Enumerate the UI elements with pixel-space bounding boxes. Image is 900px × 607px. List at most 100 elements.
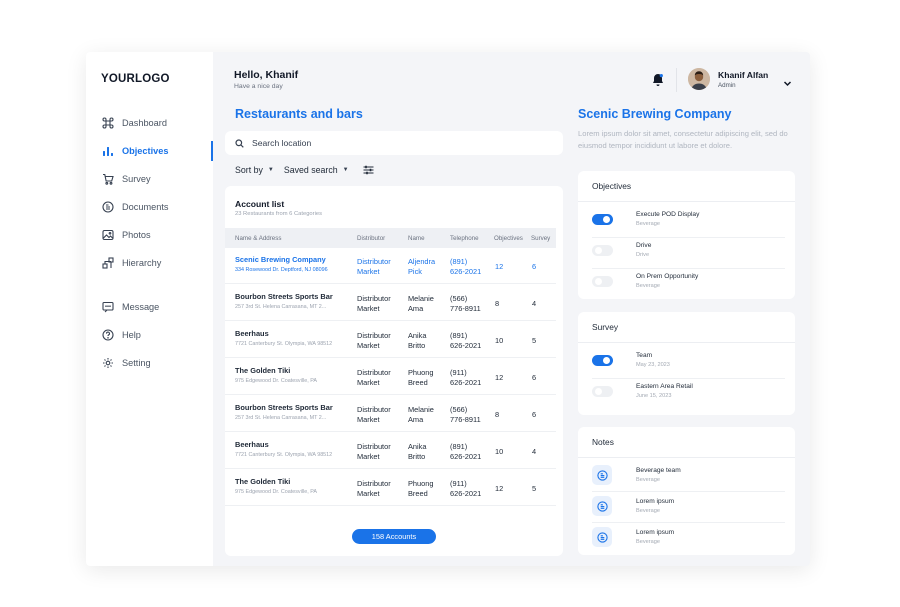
account-name: The Golden Tiki xyxy=(235,366,291,375)
saved-search-dropdown[interactable]: Saved search xyxy=(284,165,338,175)
survey-count: 6 xyxy=(532,262,537,271)
sidebar-item-setting[interactable]: Setting xyxy=(101,355,213,371)
item-sublabel: May 23, 2023 xyxy=(636,362,670,368)
telephone-cell: (566) 776-8911 xyxy=(450,294,481,313)
contact-last-name: Britto xyxy=(408,340,426,350)
telephone-number: 776-8911 xyxy=(450,414,481,424)
table-row[interactable]: The Golden Tiki 975 Edgewood Dr. Coatesvi… xyxy=(225,470,556,506)
table-row[interactable]: Bourbon Streets Sports Bar 257 3rd St. He… xyxy=(225,396,556,432)
note-item[interactable]: Lorem ipsum Beverage xyxy=(578,492,795,523)
account-address: 7721 Canterbury St. Olympia, WA 98512 xyxy=(235,341,333,347)
distributor-line: Distributor xyxy=(357,442,391,451)
survey-panel: Survey Team May 23, 2023 Eastern Area Reta… xyxy=(578,312,795,415)
telephone-area: (566) xyxy=(450,405,468,414)
sidebar-item-hierarchy[interactable]: Hierarchy xyxy=(101,255,213,271)
sidebar-item-message[interactable]: Message xyxy=(101,299,213,315)
table-row[interactable]: Beerhaus 7721 Canterbury St. Olympia, WA … xyxy=(225,433,556,469)
note-document-icon[interactable] xyxy=(592,527,612,547)
telephone-number: 626-2021 xyxy=(450,488,482,498)
sidebar-item-label: Setting xyxy=(122,358,151,368)
item-sublabel: June 15, 2023 xyxy=(636,393,672,399)
survey-count: 4 xyxy=(532,447,537,456)
sidebar-item-photos[interactable]: Photos xyxy=(101,227,213,243)
account-name: Beerhaus xyxy=(235,329,269,338)
distributor-line: Market xyxy=(357,488,380,498)
greeting-subtitle: Have a nice day xyxy=(234,83,283,90)
sidebar-item-documents[interactable]: Documents xyxy=(101,199,213,215)
caret-down-icon: ▼ xyxy=(342,167,349,173)
sidebar-item-label: Message xyxy=(122,302,160,312)
filter-sliders-icon[interactable] xyxy=(363,165,374,175)
bell-icon[interactable] xyxy=(652,73,664,87)
account-name: The Golden Tiki xyxy=(235,477,291,486)
hierarchy-icon xyxy=(101,257,114,270)
sidebar-item-help[interactable]: Help xyxy=(101,327,213,343)
telephone-area: (891) xyxy=(450,442,468,451)
toggle-switch[interactable] xyxy=(592,214,613,225)
divider xyxy=(578,201,795,202)
contact-name-cell: Melanie Ama xyxy=(408,294,434,313)
column-header: Name xyxy=(408,235,425,242)
accounts-button[interactable]: 158 Accounts xyxy=(352,529,436,544)
toggle-knob xyxy=(595,388,602,395)
chevron-down-icon[interactable] xyxy=(783,75,792,87)
table-row[interactable]: Beerhaus 7721 Canterbury St. Olympia, WA … xyxy=(225,322,556,358)
telephone-cell: (891) 626-2021 xyxy=(450,331,481,350)
gear-icon xyxy=(101,357,114,370)
contact-last-name: Ama xyxy=(408,303,424,313)
telephone-area: (911) xyxy=(450,368,467,377)
document-icon xyxy=(101,201,114,214)
telephone-number: 626-2021 xyxy=(450,451,482,461)
distributor-line: Market xyxy=(357,340,380,350)
account-name: Bourbon Streets Sports Bar xyxy=(235,403,333,412)
distributor-cell: Distributor Market xyxy=(357,331,391,350)
telephone-cell: (911) 626-2021 xyxy=(450,479,481,498)
account-address: 257 3rd St. Helena Carrasana, MT 2... xyxy=(235,304,327,310)
account-address: 975 Edgewood Dr. Coatesville, PA xyxy=(235,489,318,495)
contact-name-cell: Anika Britto xyxy=(408,331,427,350)
avatar[interactable] xyxy=(688,68,710,90)
note-document-icon[interactable] xyxy=(592,465,612,485)
account-name: Bourbon Streets Sports Bar xyxy=(235,292,333,301)
note-document-icon[interactable] xyxy=(592,496,612,516)
distributor-cell: Distributor Market xyxy=(357,368,391,387)
contact-name-cell: Anika Britto xyxy=(408,442,427,461)
detail-title: Scenic Brewing Company xyxy=(578,107,732,121)
item-label: On Prem Opportunity xyxy=(636,273,699,280)
table-row[interactable]: Scenic Brewing Company 334 Rosewood Dr. D… xyxy=(225,248,556,284)
contact-last-name: Breed xyxy=(408,377,428,387)
toggle-switch[interactable] xyxy=(592,386,613,397)
search-input[interactable]: Search location xyxy=(225,131,563,155)
table-row[interactable]: Bourbon Streets Sports Bar 257 3rd St. He… xyxy=(225,285,556,321)
sidebar-item-dashboard[interactable]: Dashboard xyxy=(101,115,213,131)
note-item[interactable]: Beverage team Beverage xyxy=(578,461,795,492)
contact-first-name: Phuong xyxy=(408,368,434,377)
telephone-number: 626-2021 xyxy=(450,340,482,350)
toggle-switch[interactable] xyxy=(592,245,613,256)
survey-count: 6 xyxy=(532,373,537,382)
objectives-count: 12 xyxy=(495,262,504,271)
telephone-area: (891) xyxy=(450,331,468,340)
distributor-cell: Distributor Market xyxy=(357,479,391,498)
sidebar-item-label: Photos xyxy=(122,230,151,240)
toggle-item: Execute POD Display Beverage xyxy=(578,207,795,238)
toggle-switch[interactable] xyxy=(592,276,613,287)
note-sublabel: Beverage xyxy=(636,539,660,545)
account-address: 334 Rosewood Dr. Deptford, NJ 08096 xyxy=(235,267,328,273)
sidebar-item-objectives[interactable]: Objectives xyxy=(101,141,213,161)
sidebar-item-survey[interactable]: Survey xyxy=(101,171,213,187)
table-row[interactable]: The Golden Tiki 975 Edgewood Dr. Coatesvi… xyxy=(225,359,556,395)
sort-by-dropdown[interactable]: Sort by xyxy=(235,165,263,175)
cart-icon xyxy=(101,173,114,186)
bar-chart-icon xyxy=(101,145,114,158)
objectives-count: 8 xyxy=(495,299,500,308)
toggle-switch[interactable] xyxy=(592,355,613,366)
distributor-line: Distributor xyxy=(357,405,391,414)
sidebar-item-label: Documents xyxy=(122,202,169,212)
distributor-cell: Distributor Market xyxy=(357,405,391,424)
item-sublabel: Beverage xyxy=(636,221,660,227)
note-item[interactable]: Lorem ipsum Beverage xyxy=(578,523,795,554)
sidebar-item-label: Survey xyxy=(122,174,151,184)
distributor-line: Distributor xyxy=(357,479,391,488)
distributor-line: Distributor xyxy=(357,294,391,303)
